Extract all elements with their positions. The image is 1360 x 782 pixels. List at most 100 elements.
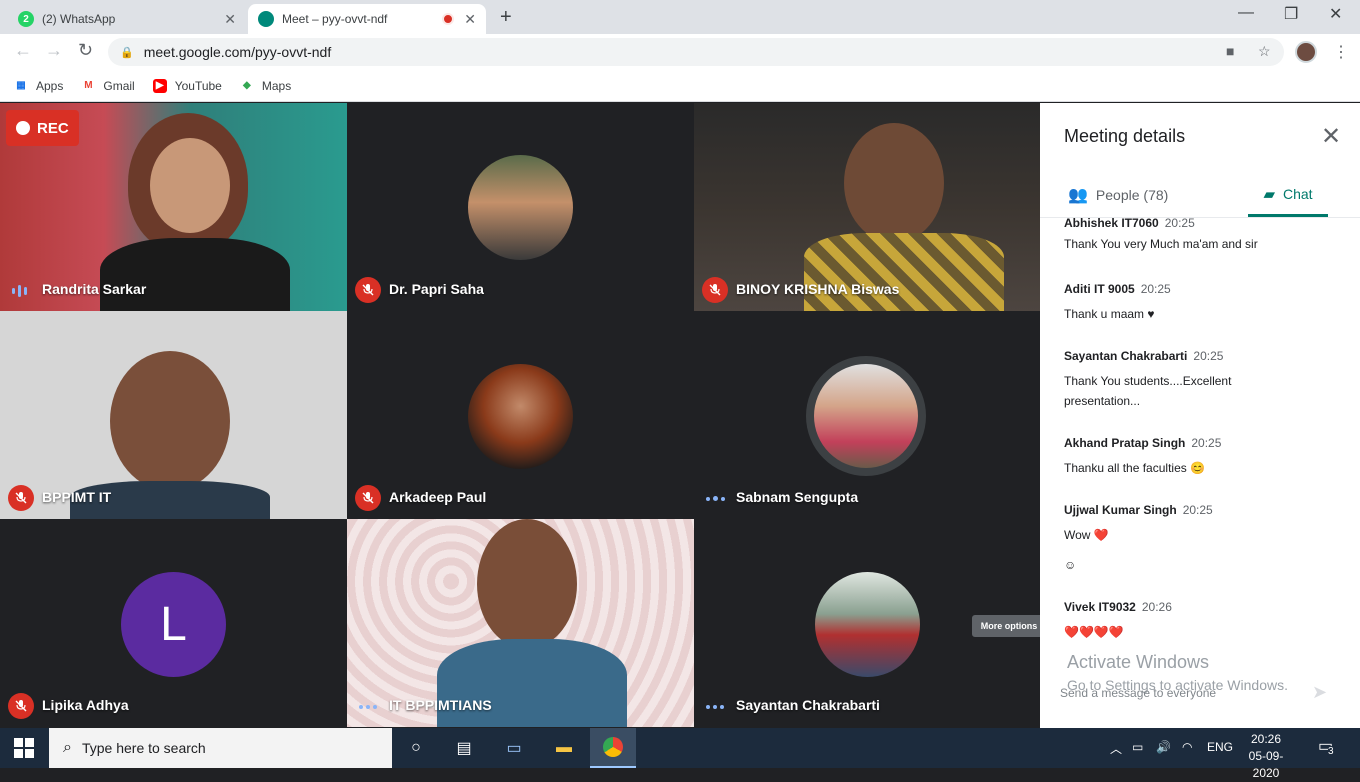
bookmark-maps[interactable]: ◆ Maps xyxy=(240,79,291,93)
system-clock[interactable]: 20:26 05-09-2020 xyxy=(1236,731,1296,782)
tray-chevron-icon[interactable]: ︿ xyxy=(1110,740,1122,757)
participant-name: BPPIMT IT xyxy=(42,489,112,505)
participant-body xyxy=(100,238,290,311)
chat-message: Abhishek IT7060 20:25 Thank You very Much… xyxy=(1064,217,1334,254)
language-indicator[interactable]: ENG xyxy=(1207,740,1233,754)
participant-initial-avatar: L xyxy=(121,572,226,677)
chrome-taskbar-icon[interactable] xyxy=(590,728,636,768)
windows-start-icon[interactable] xyxy=(14,738,34,758)
notification-center-icon[interactable]: ▭ 3 xyxy=(1318,736,1334,757)
participant-tile[interactable]: IT BPPIMTIANS xyxy=(347,519,694,727)
close-window-button[interactable]: ✕ xyxy=(1329,4,1342,24)
participant-name: IT BPPIMTIANS xyxy=(389,697,492,713)
new-tab-button[interactable]: + xyxy=(500,6,512,29)
message-text: Thank You students....Excellent presenta… xyxy=(1064,374,1232,408)
tab-label: People (78) xyxy=(1095,187,1169,203)
profile-avatar[interactable] xyxy=(1295,41,1317,63)
app-icon[interactable]: ▭ xyxy=(496,728,532,768)
wifi-icon[interactable]: ◠ xyxy=(1182,740,1192,754)
address-bar[interactable]: 🔒 meet.google.com/pyy-ovvt-ndf xyxy=(108,38,1284,66)
message-sender: Vivek IT9032 xyxy=(1064,600,1136,614)
windows-taskbar: ⌕ Type here to search ○ ▤ ▭ ▬ ︿ ▭ 🔊 ◠ EN… xyxy=(0,728,1360,780)
taskbar-search[interactable]: ⌕ Type here to search xyxy=(49,728,392,768)
back-button[interactable]: ← xyxy=(14,40,32,61)
cortana-icon[interactable]: ○ xyxy=(398,728,434,768)
bookmark-label: Maps xyxy=(261,78,292,93)
participant-name: Sabnam Sengupta xyxy=(736,489,859,505)
close-panel-icon[interactable]: ✕ xyxy=(1321,122,1341,151)
search-placeholder: Type here to search xyxy=(81,740,206,756)
chat-message: Aditi IT 9005 20:25 Thank u maam ♥ xyxy=(1064,280,1334,324)
participant-tile[interactable]: L Lipika Adhya xyxy=(0,519,347,727)
participant-avatar xyxy=(468,364,573,469)
message-sender: Abhishek IT7060 xyxy=(1064,217,1159,230)
message-time: 20:25 xyxy=(1193,349,1224,363)
participant-face xyxy=(110,351,230,491)
recording-indicator-icon xyxy=(442,13,454,25)
whatsapp-icon: 2 xyxy=(18,11,34,27)
bookmark-gmail[interactable]: M Gmail xyxy=(81,78,135,93)
speaking-indicator-icon xyxy=(706,705,724,709)
send-icon[interactable]: ➤ xyxy=(1312,682,1327,703)
message-text: Thank You very Much ma'am and sir xyxy=(1064,237,1258,251)
people-icon: 👥 xyxy=(1068,187,1088,204)
participant-tile[interactable]: BINOY KRISHNA Biswas xyxy=(694,103,1041,311)
message-sender: Akhand Pratap Singh xyxy=(1064,436,1186,450)
speaking-indicator-icon xyxy=(706,496,725,501)
participant-tile[interactable]: Arkadeep Paul xyxy=(347,311,694,519)
participant-name: BINOY KRISHNA Biswas xyxy=(736,281,900,297)
chrome-icon xyxy=(603,737,623,757)
participant-tile[interactable]: Sabnam Sengupta xyxy=(694,311,1041,519)
tab-meet[interactable]: Meet – pyy-ovvt-ndf ✕ xyxy=(248,4,486,34)
minimize-button[interactable]: — xyxy=(1238,4,1254,22)
reload-button[interactable]: ↻ xyxy=(78,40,93,61)
video-grid: REC Randrita Sarkar Dr. Papri Saha BINOY… xyxy=(0,103,1041,728)
mic-muted-icon xyxy=(355,485,381,511)
browser-toolbar: ← → ↻ 🔒 meet.google.com/pyy-ovvt-ndf ■ ☆… xyxy=(0,34,1360,70)
clock-date: 05-09-2020 xyxy=(1248,749,1284,780)
message-text: Thank u maam ♥ xyxy=(1064,307,1155,321)
message-time: 20:26 xyxy=(1141,600,1172,614)
volume-icon[interactable]: 🔊 xyxy=(1156,740,1171,754)
tab-whatsapp[interactable]: 2 (2) WhatsApp ✕ xyxy=(8,4,246,34)
close-tab-icon[interactable]: ✕ xyxy=(224,11,236,28)
forward-button[interactable]: → xyxy=(45,40,63,61)
speaking-indicator-icon xyxy=(12,285,27,297)
camera-icon[interactable]: ■ xyxy=(1226,43,1234,59)
tab-chat[interactable]: ▰ Chat xyxy=(1248,173,1328,217)
participant-name: Randrita Sarkar xyxy=(42,281,147,297)
browser-tab-strip: 2 (2) WhatsApp ✕ Meet – pyy-ovvt-ndf ✕ +… xyxy=(0,0,1360,34)
gmail-icon: M xyxy=(84,80,93,91)
mic-muted-icon xyxy=(8,693,34,719)
file-explorer-icon[interactable]: ▬ xyxy=(546,728,582,768)
message-time: 20:25 xyxy=(1191,436,1222,450)
meeting-details-panel: Meeting details ✕ 👥 People (78) ▰ Chat A… xyxy=(1040,103,1360,728)
bookmark-star-icon[interactable]: ☆ xyxy=(1258,43,1271,60)
close-tab-icon[interactable]: ✕ xyxy=(464,11,476,28)
battery-icon[interactable]: ▭ xyxy=(1132,740,1143,754)
participant-name: Sayantan Chakrabarti xyxy=(736,697,880,713)
recording-badge: REC xyxy=(6,110,79,146)
bookmark-youtube[interactable]: ▶ YouTube xyxy=(152,78,222,93)
chat-message: Vivek IT9032 20:26 ❤️❤️❤️❤️ xyxy=(1064,598,1334,642)
bookmark-label: Apps xyxy=(36,78,64,93)
participant-face xyxy=(844,123,944,243)
tab-people[interactable]: 👥 People (78) xyxy=(1068,173,1218,217)
participant-avatar xyxy=(468,155,573,260)
maps-icon: ◆ xyxy=(243,80,251,91)
message-time: 20:25 xyxy=(1140,282,1171,296)
search-icon: ⌕ xyxy=(63,739,72,756)
browser-menu-icon[interactable]: ⋮ xyxy=(1333,42,1349,62)
maximize-button[interactable]: ❐ xyxy=(1284,4,1298,24)
chat-message-input[interactable]: Send a message to everyone xyxy=(1060,686,1216,700)
participant-name: Lipika Adhya xyxy=(42,697,129,713)
bookmark-label: Gmail xyxy=(103,78,135,93)
participant-tile[interactable]: REC Randrita Sarkar xyxy=(0,103,347,311)
panel-title: Meeting details xyxy=(1064,126,1186,146)
participant-tile[interactable]: BPPIMT IT xyxy=(0,311,347,519)
bookmark-apps[interactable]: ▦ Apps xyxy=(14,79,63,93)
participant-tile[interactable]: Dr. Papri Saha xyxy=(347,103,694,311)
message-text: ☺ xyxy=(1064,558,1077,572)
participant-face xyxy=(150,138,230,233)
task-view-icon[interactable]: ▤ xyxy=(446,728,482,768)
